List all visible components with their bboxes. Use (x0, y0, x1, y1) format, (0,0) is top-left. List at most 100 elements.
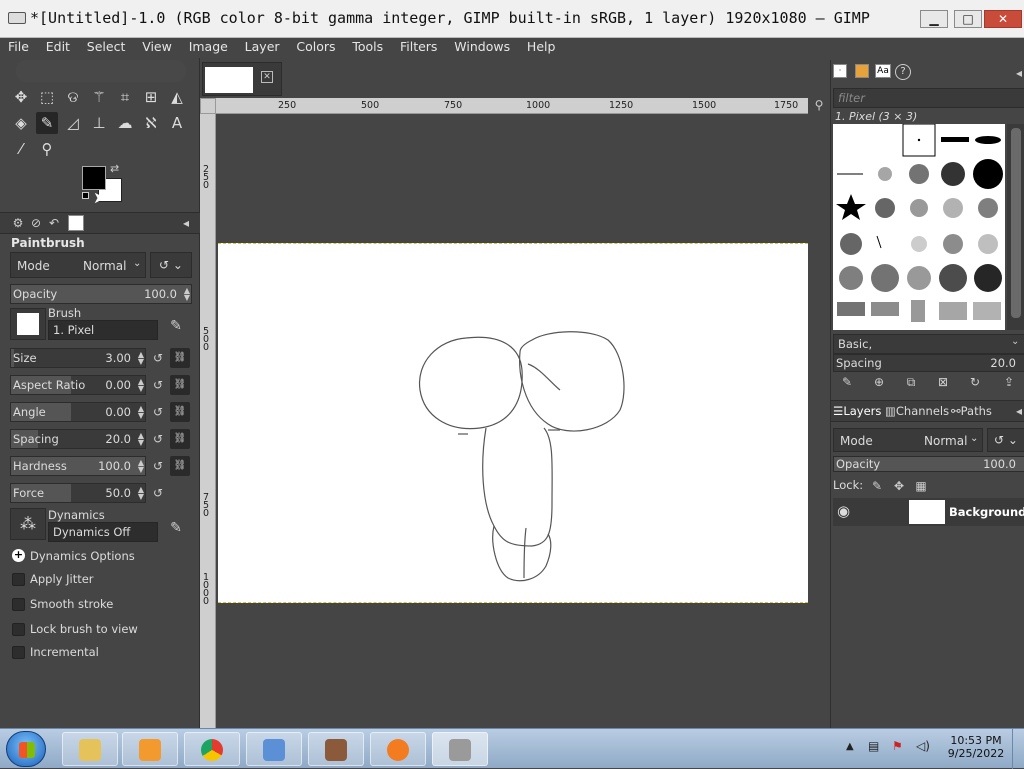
avast-task[interactable] (370, 732, 426, 766)
eraser-tool-icon[interactable]: ◿ (62, 112, 84, 134)
action-center-icon[interactable]: ⚑ (892, 739, 903, 753)
edit-brush-icon[interactable]: ✎ (168, 318, 184, 334)
menu-file[interactable]: File (3, 38, 34, 56)
refresh-brushes-icon[interactable]: ↻ (967, 374, 983, 390)
lock-pixels-icon[interactable]: ✎ (869, 478, 885, 494)
smudge-tool-icon[interactable]: ☁ (114, 112, 136, 134)
layer-mode-select[interactable]: Mode Normal ⌄ (833, 428, 983, 452)
undo-history-tab-icon[interactable]: ↶ (46, 215, 62, 231)
paintbrush-tool-icon[interactable]: ✎ (36, 112, 58, 134)
opacity-slider[interactable]: Opacity 100.0 ▲ ▼ (10, 284, 192, 304)
menu-windows[interactable]: Windows (449, 38, 515, 56)
force-slider[interactable]: Force 50.0 ▲ ▼ (10, 483, 146, 503)
media-player-task[interactable] (122, 732, 178, 766)
size-slider[interactable]: Size 3.00 ▲ ▼ (10, 348, 146, 368)
lock-position-icon[interactable]: ✥ (891, 478, 907, 494)
brush-name-field[interactable]: 1. Pixel (48, 320, 158, 340)
minimize-button[interactable]: ▁ (920, 10, 948, 28)
paint-mode-reset-icon[interactable]: ↺ ⌄ (150, 252, 192, 278)
reset-aspect-icon[interactable]: ↺ (150, 377, 166, 393)
reset-hardness-icon[interactable]: ↺ (150, 458, 166, 474)
brush-tag-field[interactable]: Basic, (833, 334, 1024, 354)
new-brush-icon[interactable]: ⊕ (871, 374, 887, 390)
brush-spacing-slider[interactable]: Spacing 20.0 (833, 354, 1024, 372)
mode-select[interactable]: Mode Normal ⌄ (10, 252, 146, 278)
foreground-color-swatch[interactable] (82, 166, 106, 190)
dynamics-name-field[interactable]: Dynamics Off (48, 522, 158, 542)
spin-arrows-icon[interactable]: ▲ ▼ (138, 432, 144, 447)
menu-filters[interactable]: Filters (395, 38, 442, 56)
angle-slider[interactable]: Angle 0.00 ▲ ▼ (10, 402, 146, 422)
link-angle-icon[interactable]: ⛓ (170, 402, 190, 422)
start-button[interactable] (6, 731, 46, 767)
brush-grid[interactable] (833, 124, 1005, 330)
patterns-tab-icon[interactable] (855, 64, 869, 78)
crop-tool-icon[interactable]: ⌗ (114, 86, 136, 108)
lasso-tool-icon[interactable]: ଡ (62, 86, 84, 108)
layer-name[interactable]: Background (949, 505, 1024, 519)
lock-alpha-icon[interactable]: ▦ (913, 478, 929, 494)
menu-help[interactable]: Help (522, 38, 561, 56)
menu-select[interactable]: Select (82, 38, 131, 56)
configure-tab-icon[interactable]: ◂ (178, 215, 194, 231)
default-colors-icon[interactable] (82, 192, 89, 199)
edit-dynamics-icon[interactable]: ✎ (168, 520, 184, 536)
layer-row-background[interactable]: ◉ Background (833, 498, 1024, 526)
clock[interactable]: 10:53 PM 9/25/2022 (946, 734, 1006, 760)
spin-arrows-icon[interactable]: ▲ ▼ (138, 405, 144, 420)
unified-transform-tool-icon[interactable]: ⊞ (140, 86, 162, 108)
brush-grid-scrollbar[interactable] (1007, 124, 1024, 330)
configure-dock-icon[interactable]: ◂ (1011, 65, 1024, 81)
tray-expand-icon[interactable]: ▲ (846, 741, 854, 752)
menu-view[interactable]: View (137, 38, 177, 56)
paths-tab[interactable]: ⚯Paths (951, 404, 992, 418)
explorer-task[interactable] (62, 732, 118, 766)
scrollbar-thumb[interactable] (1011, 128, 1021, 318)
lock-brush-checkbox[interactable] (12, 623, 25, 636)
layer-opacity-slider[interactable]: Opacity 100.0 (833, 456, 1024, 472)
link-size-icon[interactable]: ⛓ (170, 348, 190, 368)
app-task[interactable] (308, 732, 364, 766)
chevron-down-icon[interactable]: ⌄ (1011, 336, 1019, 347)
link-spacing-icon[interactable]: ⛓ (170, 429, 190, 449)
edit-brush-icon[interactable]: ✎ (839, 374, 855, 390)
control-panel-task[interactable] (246, 732, 302, 766)
configure-dock-icon[interactable]: ◂ (1011, 403, 1024, 419)
reset-size-icon[interactable]: ↺ (150, 350, 166, 366)
dynamics-options-expander[interactable]: Dynamics Options (30, 549, 135, 563)
reset-force-icon[interactable]: ↺ (150, 485, 166, 501)
quick-mask-corner-icon[interactable] (200, 98, 216, 114)
apply-jitter-checkbox[interactable] (12, 573, 25, 586)
delete-brush-icon[interactable]: ⊠ (935, 374, 951, 390)
bucket-fill-tool-icon[interactable]: ◈ (10, 112, 32, 134)
eye-icon[interactable]: ◉ (837, 502, 850, 520)
link-aspect-icon[interactable]: ⛓ (170, 375, 190, 395)
reset-spacing-icon[interactable]: ↺ (150, 431, 166, 447)
link-hardness-icon[interactable]: ⛓ (170, 456, 190, 476)
spin-arrows-icon[interactable]: ▲ ▼ (184, 287, 190, 302)
swap-colors-icon[interactable]: ⇄ (110, 162, 119, 175)
layer-mode-reset-icon[interactable]: ↺ ⌄ (987, 428, 1024, 452)
zoom-fit-icon[interactable]: ⚲ (808, 98, 830, 114)
menu-image[interactable]: Image (184, 38, 233, 56)
network-icon[interactable]: ▤ (868, 739, 879, 753)
menu-colors[interactable]: Colors (291, 38, 340, 56)
aspect-ratio-slider[interactable]: Aspect Ratio 0.00 ▲ ▼ (10, 375, 146, 395)
hardness-slider[interactable]: Hardness 100.0 ▲ ▼ (10, 456, 146, 476)
text-tool-icon[interactable]: A (166, 112, 188, 134)
open-brush-as-image-icon[interactable]: ⇪ (1001, 374, 1017, 390)
brush-preview[interactable] (10, 308, 46, 340)
duplicate-brush-icon[interactable]: ⧉ (903, 374, 919, 390)
layers-tab[interactable]: ☰Layers (833, 404, 881, 418)
zoom-tool-icon[interactable]: ⚲ (36, 138, 58, 160)
maximize-button[interactable]: □ (954, 10, 982, 28)
volume-icon[interactable]: ◁) (916, 739, 930, 753)
image-canvas[interactable] (218, 243, 808, 603)
show-desktop-button[interactable] (1012, 729, 1024, 769)
spin-arrows-icon[interactable]: ▲ ▼ (138, 486, 144, 501)
brush-filter-input[interactable]: filter (833, 88, 1024, 108)
menu-tools[interactable]: Tools (347, 38, 388, 56)
dynamics-preview-icon[interactable]: ⁂ (10, 508, 46, 540)
image-tab[interactable]: ✕ (202, 62, 282, 96)
brushes-tab-icon[interactable]: · (833, 64, 847, 78)
